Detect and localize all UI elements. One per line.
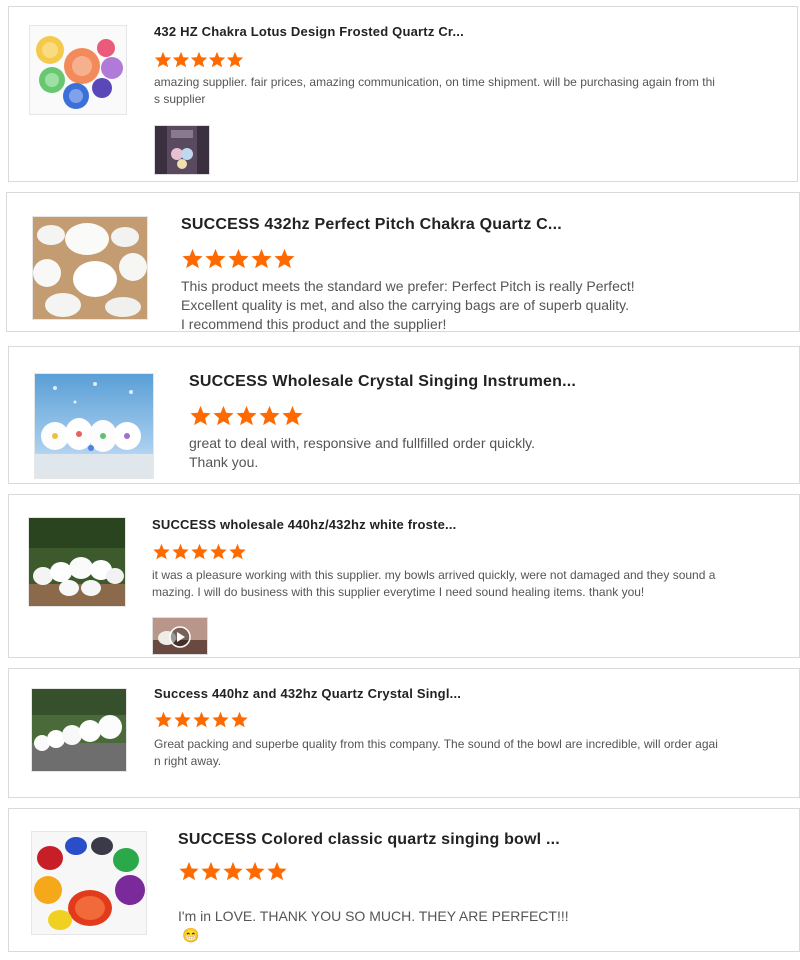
product-thumbnail[interactable] [32, 216, 148, 320]
star-rating [152, 543, 247, 560]
star-icon [172, 51, 190, 68]
review-card: Success 440hz and 432hz Quartz Crystal S… [8, 668, 800, 798]
review-comment: I'm in LOVE. THANK YOU SO MUCH. THEY ARE… [178, 888, 778, 945]
star-icon [155, 711, 172, 728]
star-icon [201, 861, 221, 881]
product-title[interactable]: Success 440hz and 432hz Quartz Crystal S… [154, 686, 461, 701]
star-icon [172, 543, 189, 560]
review-comment: great to deal with, responsive and fullf… [189, 435, 536, 470]
star-icon [231, 711, 248, 728]
product-title[interactable]: SUCCESS Colored classic quartz singing b… [178, 831, 560, 849]
product-thumbnail[interactable] [34, 373, 154, 479]
star-icon [213, 405, 234, 426]
star-rating [181, 248, 296, 269]
star-icon [153, 543, 170, 560]
star-icon [190, 405, 211, 426]
review-card: 432 HZ Chakra Lotus Design Frosted Quart… [8, 6, 798, 182]
review-card: SUCCESS Wholesale Crystal Singing Instru… [8, 346, 800, 484]
review-comment: amazing supplier. fair prices, amazing c… [154, 75, 715, 106]
star-icon [191, 543, 208, 560]
review-photo-attachment[interactable] [154, 125, 210, 175]
star-icon [267, 861, 287, 881]
product-thumbnail[interactable] [28, 517, 126, 607]
product-title[interactable]: 432 HZ Chakra Lotus Design Frosted Quart… [154, 24, 464, 39]
star-icon [245, 861, 265, 881]
star-icon [205, 248, 226, 269]
star-icon [251, 248, 272, 269]
colored-chakra-bowls-image [36, 36, 123, 109]
white-frosted-bowls-image [33, 217, 147, 319]
star-icon [229, 543, 246, 560]
star-rating [178, 861, 288, 881]
star-rating [189, 405, 304, 426]
star-icon [282, 405, 303, 426]
star-icon [259, 405, 280, 426]
product-title[interactable]: SUCCESS 432hz Perfect Pitch Chakra Quart… [181, 216, 562, 234]
bowls-on-blue-background-image [35, 374, 153, 478]
star-icon [208, 51, 226, 68]
review-comment: it was a pleasure working with this supp… [152, 568, 716, 599]
star-icon [174, 711, 191, 728]
review-card: SUCCESS 432hz Perfect Pitch Chakra Quart… [6, 192, 800, 332]
star-icon [226, 51, 244, 68]
star-rating [154, 711, 249, 728]
review-comment: This product meets the standard we prefe… [181, 278, 635, 332]
star-icon [193, 711, 210, 728]
star-icon [154, 51, 172, 68]
review-comment-text: I'm in LOVE. THANK YOU SO MUCH. THEY ARE… [178, 908, 569, 924]
product-thumbnail[interactable] [31, 688, 127, 772]
review-comment: Great packing and superbe quality from t… [154, 737, 718, 768]
star-icon [236, 405, 257, 426]
star-icon [179, 861, 199, 881]
review-card: SUCCESS wholesale 440hz/432hz white fros… [8, 494, 800, 658]
product-thumbnail[interactable] [29, 25, 127, 115]
star-icon [212, 711, 229, 728]
star-icon [210, 543, 227, 560]
photo-attachment-image [167, 126, 197, 174]
review-card: SUCCESS Colored classic quartz singing b… [8, 808, 800, 952]
bowls-row-outdoor-image [32, 689, 126, 771]
star-icon [190, 51, 208, 68]
play-icon [169, 626, 191, 648]
product-thumbnail[interactable] [31, 831, 147, 935]
product-title[interactable]: SUCCESS wholesale 440hz/432hz white fros… [152, 517, 456, 532]
star-icon [274, 248, 295, 269]
white-bowls-outdoor-image [29, 518, 125, 606]
star-rating [154, 51, 244, 68]
review-video-attachment[interactable] [152, 617, 208, 655]
star-icon [223, 861, 243, 881]
star-icon [228, 248, 249, 269]
product-title[interactable]: SUCCESS Wholesale Crystal Singing Instru… [189, 373, 576, 391]
star-icon [182, 248, 203, 269]
colored-classic-bowls-image [32, 832, 146, 934]
grinning-face-emoji: 😁 [182, 927, 200, 943]
